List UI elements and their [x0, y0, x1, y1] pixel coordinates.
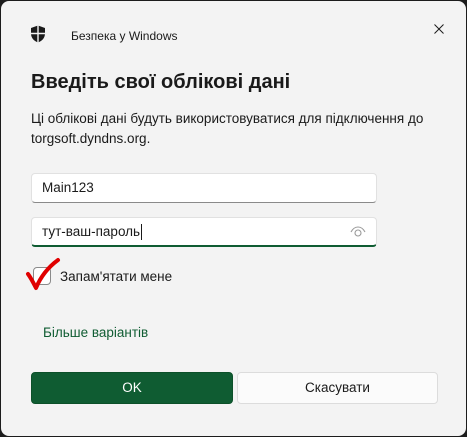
remember-me-checkbox[interactable] — [33, 267, 51, 285]
cancel-button[interactable]: Скасувати — [237, 372, 438, 404]
ok-button[interactable]: OK — [31, 372, 233, 404]
credential-dialog: Безпека у Windows Введіть свої облікові … — [1, 1, 466, 436]
dialog-description: Ці облікові дані будуть використовуватис… — [31, 111, 424, 146]
shield-icon — [31, 25, 45, 43]
remember-me-label: Запам'ятати мене — [60, 269, 173, 284]
title-bar: Безпека у Windows — [1, 1, 466, 49]
window-title: Безпека у Windows — [71, 29, 178, 43]
close-icon — [434, 24, 444, 34]
text-caret — [141, 224, 143, 241]
password-value: тут-ваш-пароль — [42, 224, 141, 239]
username-value: Main123 — [42, 180, 94, 195]
more-choices-link[interactable]: Більше варіантів — [43, 324, 148, 342]
close-button[interactable] — [425, 15, 453, 43]
password-field[interactable]: тут-ваш-пароль — [31, 217, 377, 247]
eye-icon[interactable] — [350, 225, 366, 239]
username-field[interactable]: Main123 — [31, 173, 377, 203]
dialog-heading: Введіть свої облікові дані — [31, 71, 291, 93]
